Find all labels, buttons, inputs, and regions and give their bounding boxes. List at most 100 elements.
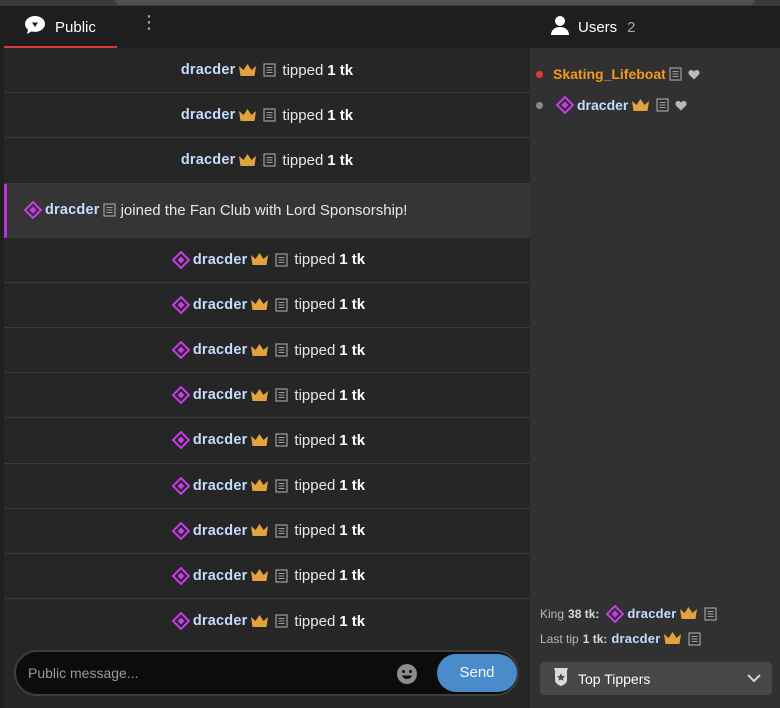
message-username[interactable]: dracder (181, 107, 236, 123)
message-username[interactable]: dracder (45, 202, 100, 218)
tip-amount: 1 tk (339, 522, 366, 540)
notes-icon (275, 524, 289, 538)
message-username[interactable]: dracder (193, 432, 248, 448)
notes-icon (263, 108, 277, 122)
tip-message: dracder tipped 1 tk (4, 238, 530, 283)
tip-stats: King 38 tk: dracder Last tip 1 tk: dracd… (540, 601, 720, 651)
notes-icon (263, 63, 277, 77)
message-username[interactable]: dracder (181, 62, 236, 78)
notes-icon (669, 67, 682, 81)
crown-icon (250, 433, 269, 448)
tip-message: dracder tipped 1 tk (4, 418, 530, 464)
crown-icon (250, 478, 269, 493)
fan-club-message: dracder joined the Fan Club with Lord Spo… (4, 183, 530, 238)
notes-icon (275, 569, 289, 583)
king-row: King 38 tk: dracder (540, 601, 720, 626)
emoji-icon[interactable] (396, 663, 418, 685)
more-options-icon[interactable]: ⋮ (140, 11, 158, 33)
users-title: Users (578, 18, 618, 36)
tip-message: dracder tipped 1 tk (4, 283, 530, 328)
notes-icon (102, 203, 116, 217)
crown-icon (250, 297, 269, 312)
heart-icon (688, 69, 700, 80)
tip-amount: 1 tk (327, 106, 354, 124)
medal-icon (552, 667, 570, 690)
tip-amount: 1 tk (339, 431, 366, 449)
top-tippers-label: Top Tippers (578, 670, 651, 687)
message-username[interactable]: dracder (193, 297, 248, 313)
user-name[interactable]: dracder (577, 97, 628, 113)
status-dot (536, 101, 543, 109)
top-tippers-dropdown[interactable]: Top Tippers (540, 662, 772, 695)
tip-amount: 1 tk (327, 151, 354, 169)
status-dot (536, 70, 543, 78)
user-list-item[interactable]: dracder (536, 95, 690, 115)
tip-amount: 1 tk (339, 477, 366, 495)
chat-header: Public ⋮ (4, 6, 530, 48)
user-name[interactable]: Skating_Lifeboat (553, 66, 666, 82)
heart-icon (675, 100, 687, 111)
message-composer: Send (14, 650, 519, 696)
message-list[interactable]: dracder tipped 1 tk dracder tipped 1 tk dracde… (4, 48, 530, 638)
notes-icon (688, 631, 702, 646)
tip-verb: tipped (294, 567, 336, 585)
tip-verb: tipped (294, 386, 336, 404)
users-count: 2 (627, 18, 636, 36)
diamond-badge-icon (171, 612, 190, 631)
users-panel: Users 2 Skating_Lifeboatdracder King 38 … (530, 6, 780, 708)
diamond-badge-icon (171, 341, 190, 360)
tip-amount: 1 tk (339, 296, 366, 314)
king-label: King (540, 606, 565, 621)
tip-verb: tipped (282, 106, 324, 124)
tab-users[interactable]: Users 2 (530, 6, 780, 48)
diamond-badge-icon (606, 604, 625, 623)
send-button[interactable]: Send (437, 654, 517, 692)
tab-public-label: Public (55, 18, 96, 36)
crown-icon (631, 98, 650, 113)
tip-message: dracder tipped 1 tk (4, 93, 530, 139)
notes-icon (275, 253, 289, 267)
diamond-badge-icon (171, 431, 190, 450)
tip-message: dracder tipped 1 tk (4, 599, 530, 638)
tip-verb: tipped (294, 296, 336, 314)
last-tip-label: Last tip (540, 631, 579, 646)
message-username[interactable]: dracder (193, 568, 248, 584)
king-amount: 38 tk: (568, 606, 600, 621)
tip-verb: tipped (282, 61, 324, 79)
user-list-item[interactable]: Skating_Lifeboat (536, 64, 703, 84)
message-username[interactable]: dracder (193, 252, 248, 268)
crown-icon (238, 108, 257, 123)
message-username[interactable]: dracder (193, 478, 248, 494)
message-username[interactable]: dracder (193, 613, 248, 629)
notes-icon (704, 606, 718, 621)
fan-club-text: joined the Fan Club with Lord Sponsorshi… (120, 201, 408, 219)
crown-icon (250, 343, 269, 358)
diamond-badge-icon (171, 521, 190, 540)
tip-amount: 1 tk (339, 251, 366, 269)
notes-icon (275, 298, 289, 312)
diamond-badge-icon (171, 295, 190, 314)
tip-amount: 1 tk (339, 567, 366, 585)
diamond-badge-icon (171, 566, 190, 585)
tip-verb: tipped (294, 431, 336, 449)
stat-username[interactable]: dracder (627, 606, 676, 621)
message-input[interactable] (28, 662, 388, 684)
crown-icon (238, 153, 257, 168)
tip-message: dracder tipped 1 tk (4, 48, 530, 94)
tip-verb: tipped (294, 612, 336, 630)
tip-message: dracder tipped 1 tk (4, 554, 530, 600)
message-username[interactable]: dracder (193, 387, 248, 403)
tip-message: dracder tipped 1 tk (4, 464, 530, 509)
message-username[interactable]: dracder (181, 152, 236, 168)
tip-verb: tipped (294, 341, 336, 359)
message-username[interactable]: dracder (193, 523, 248, 539)
tip-message: dracder tipped 1 tk (4, 509, 530, 554)
stat-username[interactable]: dracder (611, 631, 660, 646)
notes-icon (275, 614, 289, 628)
notes-icon (275, 388, 289, 402)
tab-public[interactable]: Public (4, 6, 117, 48)
tip-verb: tipped (282, 151, 324, 169)
message-username[interactable]: dracder (193, 342, 248, 358)
tip-amount: 1 tk (327, 61, 354, 79)
notes-icon (275, 478, 289, 493)
